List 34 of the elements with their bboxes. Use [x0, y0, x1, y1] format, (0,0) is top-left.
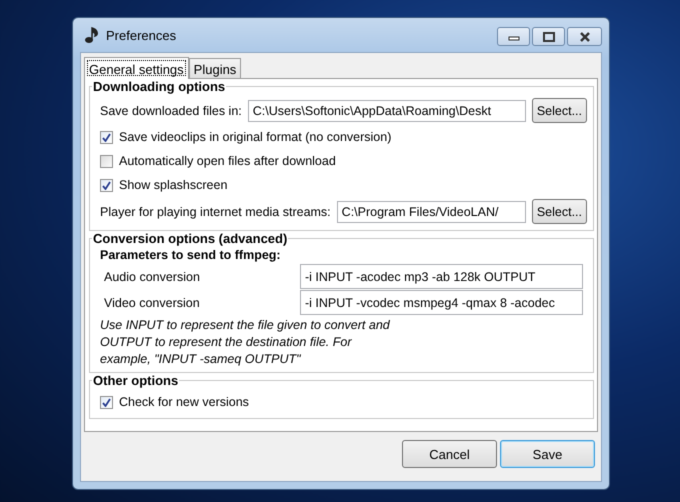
- tab[interactable]: General settings: [84, 57, 189, 79]
- checkbox-label: Automatically open files after download: [119, 154, 336, 168]
- checkbox-label: Save videoclips in original format (no conversion): [119, 130, 392, 144]
- group-title: Other options: [92, 373, 180, 388]
- input-field[interactable]: C:\Users\Softonic\AppData\Roaming\Deskt: [248, 100, 526, 122]
- close-button[interactable]: [567, 27, 602, 46]
- field-label: Player for playing internet media streams:: [100, 204, 331, 218]
- field-label: Audio conversion: [103, 270, 201, 284]
- restore-icon: [542, 32, 554, 42]
- checkbox[interactable]: [100, 396, 113, 408]
- checkbox[interactable]: [100, 130, 113, 144]
- section-subtitle: Parameters to send to ffmpeg:: [100, 248, 282, 262]
- window-title: Preferences: [106, 28, 176, 42]
- select-button[interactable]: Select...: [532, 98, 587, 123]
- input-field[interactable]: -i INPUT -acodec mp3 -ab 128k OUTPUT: [300, 264, 583, 289]
- input-field[interactable]: -i INPUT -vcodec msmpeg4 -qmax 8 -acodec: [300, 290, 583, 315]
- checkbox-label: Show splashscreen: [119, 178, 228, 192]
- field-label: Save downloaded files in:: [100, 104, 242, 118]
- checkbox[interactable]: [100, 178, 113, 192]
- maximize-button[interactable]: [532, 27, 565, 46]
- input-field[interactable]: C:\Program Files/VideoLAN/: [336, 200, 526, 222]
- close-icon: [578, 32, 590, 42]
- dialog-button[interactable]: Save: [500, 440, 595, 468]
- checkbox-label: Check for new versions: [119, 395, 249, 409]
- help-text: Use INPUT to represent the file given to convert and OUTPUT to represent the destination file. For example, "INPUT -sameq OUTPUT": [100, 317, 390, 368]
- music-note-icon: [84, 26, 100, 44]
- field-label: Video conversion: [103, 296, 201, 310]
- dialog-button[interactable]: Cancel: [402, 440, 497, 468]
- minimize-button[interactable]: [497, 27, 530, 46]
- select-button[interactable]: Select...: [532, 199, 587, 224]
- tab[interactable]: Plugins: [188, 58, 242, 78]
- group-title: Downloading options: [92, 79, 226, 94]
- group-title: Conversion options (advanced): [92, 231, 288, 246]
- checkbox[interactable]: [100, 154, 113, 168]
